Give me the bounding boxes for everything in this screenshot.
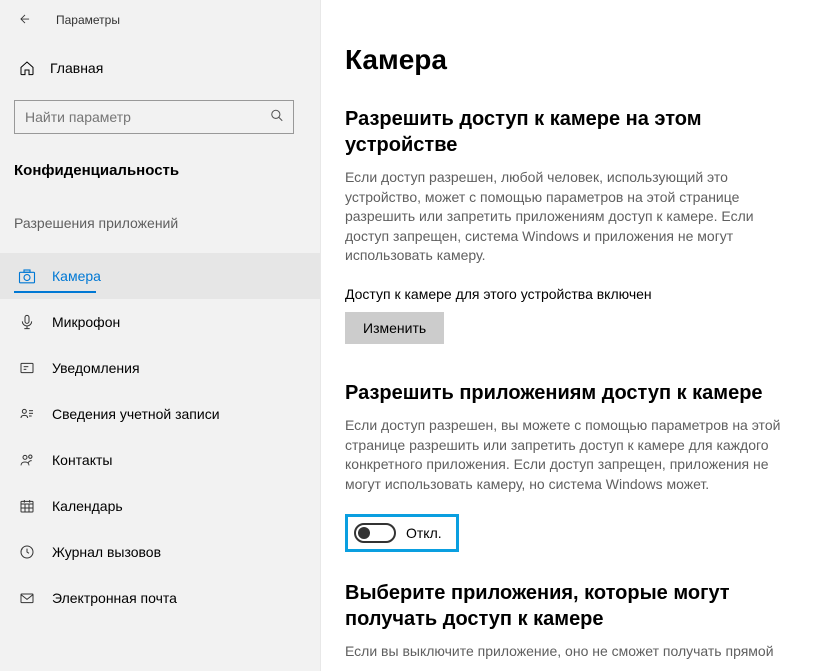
section-choose-apps-desc: Если вы выключите приложение, оно не смо…	[345, 642, 792, 662]
section-allow-apps-title: Разрешить приложениям доступ к камере	[345, 380, 792, 406]
apps-access-toggle[interactable]	[354, 523, 396, 543]
nav-item-camera[interactable]: Камера	[0, 253, 320, 299]
nav-list: Камера Микрофон Уведомления Сведения уче…	[0, 253, 320, 621]
change-button[interactable]: Изменить	[345, 312, 444, 344]
nav-item-label: Сведения учетной записи	[52, 406, 220, 422]
contacts-icon	[18, 452, 36, 468]
titlebar: Параметры	[0, 0, 320, 40]
section-allow-device-desc: Если доступ разрешен, любой человек, исп…	[345, 168, 792, 266]
group-privacy-title: Конфиденциальность	[0, 144, 320, 185]
camera-icon	[18, 267, 36, 285]
nav-item-calendar[interactable]: Календарь	[0, 483, 320, 529]
search-container	[14, 100, 304, 134]
nav-item-notifications[interactable]: Уведомления	[0, 345, 320, 391]
call-history-icon	[18, 544, 36, 560]
notifications-icon	[18, 360, 36, 376]
back-arrow-icon[interactable]	[18, 12, 34, 29]
nav-item-label: Микрофон	[52, 314, 120, 330]
search-input[interactable]	[14, 100, 294, 134]
home-label: Главная	[50, 60, 103, 76]
subgroup-app-permissions: Разрешения приложений	[0, 185, 320, 241]
content-pane: Камера Разрешить доступ к камере на этом…	[321, 0, 820, 671]
home-icon	[18, 60, 36, 76]
nav-item-label: Контакты	[52, 452, 112, 468]
titlebar-label: Параметры	[56, 13, 120, 27]
sidebar: Параметры Главная Конфиденциальность Раз…	[0, 0, 321, 671]
calendar-icon	[18, 498, 36, 514]
section-allow-device-title: Разрешить доступ к камере на этом устрой…	[345, 106, 792, 158]
nav-item-contacts[interactable]: Контакты	[0, 437, 320, 483]
section-choose-apps-title: Выберите приложения, которые могут получ…	[345, 580, 792, 632]
nav-home[interactable]: Главная	[0, 48, 320, 88]
section-allow-apps-desc: Если доступ разрешен, вы можете с помощь…	[345, 416, 792, 494]
nav-item-account-info[interactable]: Сведения учетной записи	[0, 391, 320, 437]
nav-item-label: Журнал вызовов	[52, 544, 161, 560]
nav-item-label: Электронная почта	[52, 590, 177, 606]
email-icon	[18, 590, 36, 606]
apps-access-toggle-highlight: Откл.	[345, 514, 459, 552]
nav-item-call-history[interactable]: Журнал вызовов	[0, 529, 320, 575]
page-title: Камера	[345, 44, 792, 76]
nav-item-email[interactable]: Электронная почта	[0, 575, 320, 621]
nav-item-label: Камера	[52, 268, 101, 284]
nav-item-label: Уведомления	[52, 360, 140, 376]
nav-item-microphone[interactable]: Микрофон	[0, 299, 320, 345]
toggle-label: Откл.	[406, 525, 442, 541]
device-access-status: Доступ к камере для этого устройства вкл…	[345, 286, 792, 302]
microphone-icon	[18, 314, 36, 330]
nav-item-label: Календарь	[52, 498, 123, 514]
account-info-icon	[18, 406, 36, 422]
